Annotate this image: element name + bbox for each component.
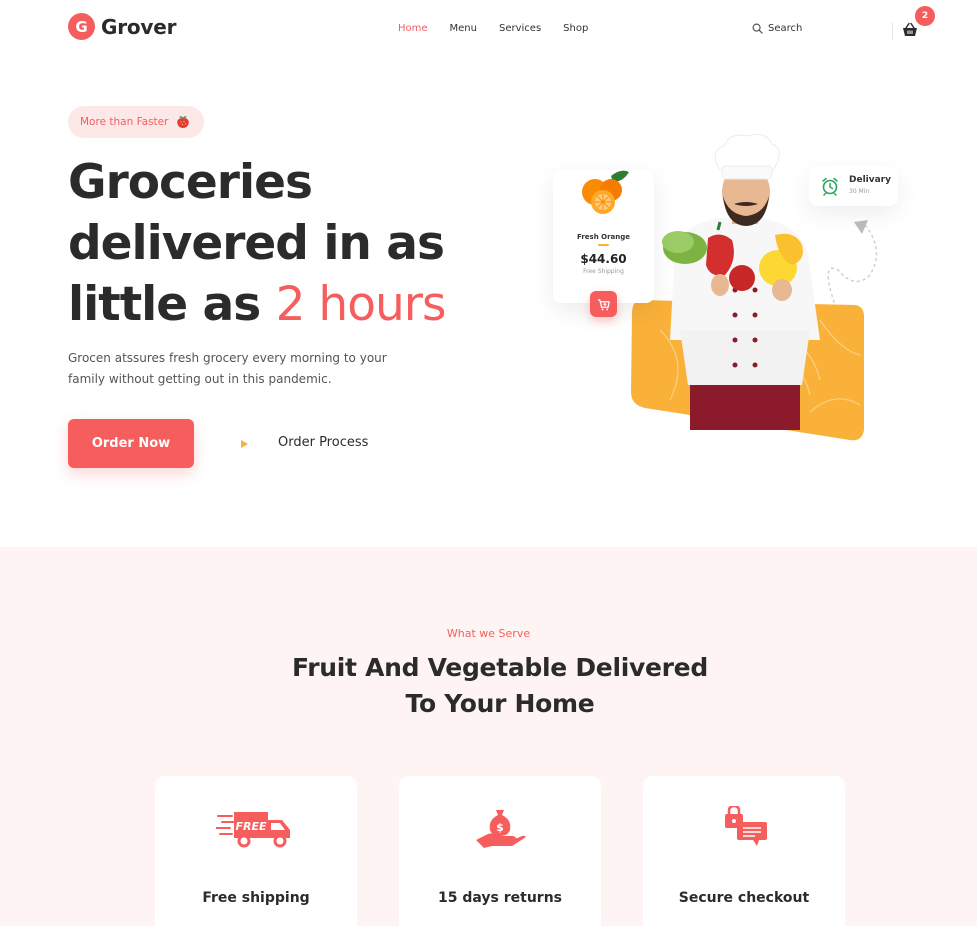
search-icon <box>752 23 763 34</box>
nav-shop[interactable]: Shop <box>563 23 588 34</box>
search-button[interactable]: Search <box>752 23 802 34</box>
delivery-title: Delivary <box>849 175 891 185</box>
section-eyebrow: What we Serve <box>446 627 531 640</box>
delivery-truck-icon: FREE <box>216 812 290 848</box>
alarm-clock-icon <box>822 177 838 196</box>
product-name: Fresh Orange <box>577 233 630 241</box>
header-divider <box>892 22 893 40</box>
add-to-cart-button[interactable] <box>590 291 617 317</box>
nav-services[interactable]: Services <box>499 23 541 34</box>
product-price: $44.60 <box>580 252 627 266</box>
delivery-time-card: Delivary 30 Min <box>809 166 898 206</box>
hero-title-line3-prefix: little as <box>68 277 276 332</box>
section-title: Fruit And Vegetable Delivered To Your Ho… <box>250 650 750 722</box>
hero-title-line1: Groceries <box>68 155 313 210</box>
main-nav: Home Menu Services Shop <box>398 23 588 34</box>
hero-title-line3: little as 2 hours <box>68 274 447 335</box>
cart-count-badge: 2 <box>915 6 935 26</box>
logo-mark-icon: G <box>68 13 95 40</box>
feature-card-free-shipping: FREE Free shipping <box>155 776 357 926</box>
pill-text: More than Faster <box>80 116 169 128</box>
logo[interactable]: G Grover <box>68 13 176 40</box>
money-hand-icon: $ <box>476 810 526 848</box>
feature-card-returns: $ 15 days returns <box>399 776 601 926</box>
nav-menu[interactable]: Menu <box>450 23 477 34</box>
search-label: Search <box>768 23 803 34</box>
orange-fruit-icon <box>582 170 629 214</box>
play-button[interactable] <box>231 431 257 457</box>
section-title-line2: To Your Home <box>405 689 595 718</box>
feature-card-secure-checkout: Secure checkout <box>643 776 845 926</box>
feature-label: Free shipping <box>202 890 310 906</box>
lock-chat-icon <box>725 806 767 846</box>
svg-text:FREE: FREE <box>235 820 266 833</box>
section-title-line1: Fruit And Vegetable Delivered <box>292 653 708 682</box>
hero-title-accent: 2 hours <box>275 277 447 332</box>
strawberry-icon <box>177 116 190 128</box>
hero-tagline-pill: More than Faster <box>68 106 205 138</box>
feature-label: Secure checkout <box>678 890 810 906</box>
hero-title-line2: delivered in as <box>68 216 445 271</box>
product-card-fresh-orange[interactable]: Fresh Orange $44.60 Free Shipping <box>553 170 654 303</box>
logo-text: Grover <box>101 14 177 39</box>
basket-icon <box>903 22 917 36</box>
hero-description: Grocen atssures fresh grocery every morn… <box>68 351 387 386</box>
nav-home[interactable]: Home <box>398 23 428 34</box>
svg-text:$: $ <box>496 821 504 834</box>
product-shipping: Free Shipping <box>583 268 624 275</box>
delivery-subtitle: 30 Min <box>849 188 870 195</box>
order-process-link[interactable]: Order Process <box>278 435 368 450</box>
cart-plus-icon <box>597 298 610 310</box>
product-accent-line <box>598 244 609 246</box>
feature-label: 15 days returns <box>438 890 562 906</box>
hero-title: Groceries delivered in as little as 2 ho… <box>68 152 447 335</box>
cart-button[interactable] <box>902 22 920 40</box>
play-icon <box>241 440 248 448</box>
order-now-button[interactable]: Order Now <box>68 419 194 468</box>
